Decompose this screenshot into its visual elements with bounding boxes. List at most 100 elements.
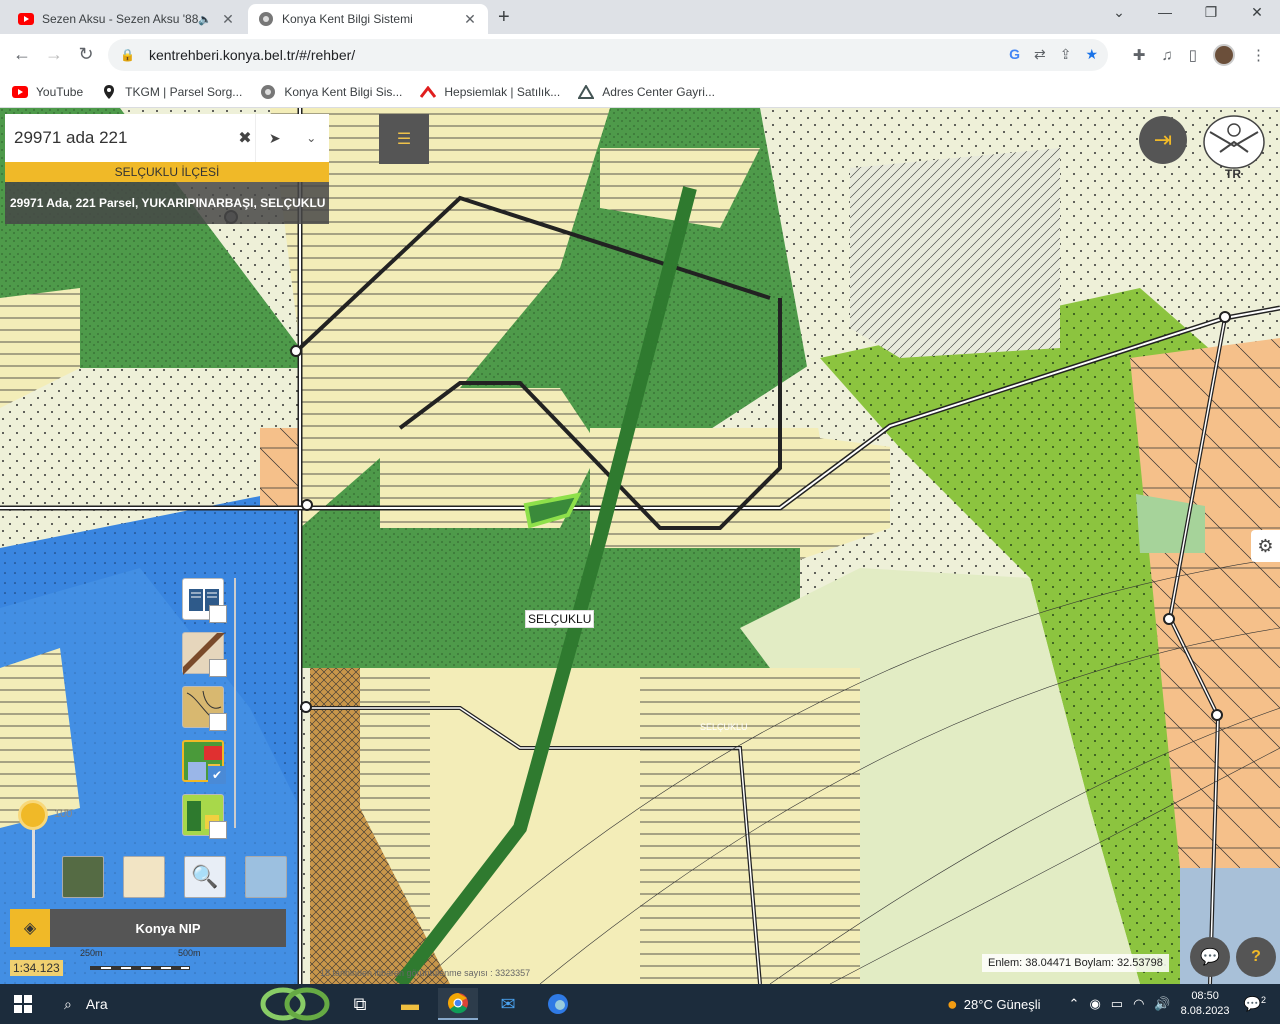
- layer-checkbox[interactable]: [209, 659, 227, 677]
- layer-checkbox[interactable]: [209, 821, 227, 839]
- scale-ratio: 1:34.123: [10, 960, 63, 976]
- bookmark-tkgm[interactable]: TKGM | Parsel Sorg...: [101, 84, 243, 99]
- emblem-logo: TR: [1196, 112, 1272, 184]
- taskbar: ⌕ Ara ⧉ ▬ ✉ ● 28°C Güneşli ⌃ ◉ ▭ ◠ 🔊 08:…: [0, 984, 1280, 1024]
- file-explorer-icon[interactable]: ▬: [390, 988, 430, 1020]
- bookmark-label: TKGM | Parsel Sorg...: [125, 84, 243, 99]
- translate-icon[interactable]: ⇄: [1034, 46, 1046, 63]
- system-tray: ● 28°C Güneşli ⌃ ◉ ▭ ◠ 🔊 08:50 8.08.2023…: [947, 984, 1280, 1024]
- tab-youtube[interactable]: Sezen Aksu - Sezen Aksu '88 🔈 ✕: [8, 4, 246, 34]
- bookmark-star-icon[interactable]: ★: [1085, 46, 1098, 63]
- bookmark-adres-center[interactable]: Adres Center Gayri...: [578, 84, 715, 99]
- avatar[interactable]: [1213, 44, 1235, 66]
- notifications-icon[interactable]: 💬2: [1244, 995, 1266, 1013]
- edge-icon[interactable]: [538, 988, 578, 1020]
- layer-checkbox[interactable]: [209, 605, 227, 623]
- menu-icon[interactable]: ⋮: [1251, 46, 1266, 64]
- layer-checkbox[interactable]: [209, 713, 227, 731]
- browser-toolbar: ← → ↻ 🔒 kentrehberi.konya.bel.tr/#/rehbe…: [0, 34, 1280, 76]
- zoning-layer-icon[interactable]: [182, 686, 227, 731]
- chrome-icon[interactable]: [438, 988, 478, 1020]
- bookmark-konya[interactable]: Konya Kent Bilgi Sis...: [260, 84, 403, 99]
- reload-button[interactable]: ↻: [74, 44, 98, 65]
- wifi-icon[interactable]: ◠: [1133, 996, 1144, 1012]
- list-icon[interactable]: ☰: [379, 114, 429, 164]
- green-layer-icon[interactable]: [182, 794, 227, 839]
- scalebar: 250m 500m: [80, 948, 201, 978]
- konya-icon: [258, 11, 274, 27]
- tab-konya[interactable]: Konya Kent Bilgi Sistemi ✕: [248, 4, 488, 34]
- bookmark-youtube[interactable]: YouTube: [12, 85, 83, 99]
- search-result[interactable]: 29971 Ada, 221 Parsel, YUKARIPINARBAŞI, …: [5, 182, 329, 224]
- widgets-icon[interactable]: [254, 987, 336, 1021]
- search-panel: ✖ ➤ ⌄ ☰ SELÇUKLU İLÇESİ 29971 Ada, 221 P…: [5, 114, 429, 224]
- gear-icon[interactable]: ⚙: [1251, 530, 1280, 562]
- forward-button[interactable]: →: [42, 44, 66, 65]
- bookmarks-bar: YouTube TKGM | Parsel Sorg... Konya Kent…: [0, 76, 1280, 108]
- magnifier-icon[interactable]: 🔍: [184, 856, 226, 898]
- share-icon[interactable]: ⇪: [1060, 46, 1072, 63]
- meet-icon[interactable]: ▭: [1111, 996, 1123, 1012]
- close-window-button[interactable]: ✕: [1234, 4, 1280, 21]
- bookmark-hepsiemlak[interactable]: Hepsiemlak | Satılık...: [420, 85, 560, 99]
- book-layer-icon[interactable]: [182, 578, 227, 623]
- konya-icon: [260, 84, 276, 99]
- layers-icon[interactable]: ◈: [10, 909, 50, 947]
- sidepanel-icon[interactable]: ▯: [1189, 46, 1197, 64]
- clock-time: 08:50: [1191, 990, 1219, 1002]
- back-button[interactable]: ←: [10, 44, 34, 65]
- youtube-icon: [18, 11, 34, 27]
- new-tab-button[interactable]: +: [498, 6, 510, 29]
- satellite-basemap[interactable]: [62, 856, 104, 898]
- login-icon[interactable]: ⇥: [1139, 116, 1187, 164]
- restore-button[interactable]: ❐: [1188, 4, 1234, 21]
- layer-panel-label: Konya NIP: [50, 909, 286, 947]
- address-bar[interactable]: 🔒 kentrehberi.konya.bel.tr/#/rehber/ G ⇄…: [108, 39, 1108, 71]
- close-tab-icon[interactable]: ✕: [462, 11, 478, 28]
- search-input[interactable]: [5, 114, 235, 162]
- chevron-up-icon[interactable]: ⌃: [1069, 996, 1080, 1012]
- mail-icon[interactable]: ✉: [488, 988, 528, 1020]
- opacity-value: 100: [54, 808, 73, 820]
- extensions-icon[interactable]: ✚: [1133, 46, 1146, 64]
- close-tab-icon[interactable]: ✕: [220, 11, 236, 28]
- record-icon[interactable]: ◉: [1089, 996, 1100, 1012]
- google-icon[interactable]: G: [1009, 46, 1020, 63]
- emblem-text: TR: [1225, 167, 1241, 181]
- chevron-down-icon[interactable]: ⌄: [1096, 4, 1142, 21]
- notification-count: 2: [1260, 995, 1266, 1006]
- media-icon[interactable]: ♫: [1161, 47, 1172, 64]
- tab-title: Sezen Aksu - Sezen Aksu '88: [42, 12, 199, 26]
- clear-icon[interactable]: ✖: [235, 114, 255, 162]
- heatmap-basemap[interactable]: [245, 856, 287, 898]
- weather-text[interactable]: 28°C Güneşli: [964, 997, 1041, 1012]
- district-label: SELÇUKLU İLÇESİ: [5, 162, 329, 182]
- plan-layer-icon[interactable]: ✔: [182, 740, 226, 784]
- lock-icon[interactable]: 🔒: [120, 48, 135, 62]
- clock-date: 8.08.2023: [1180, 1005, 1230, 1017]
- layer-panel-toggle[interactable]: ◈ Konya NIP: [10, 909, 286, 947]
- layer-checkbox[interactable]: ✔: [208, 766, 226, 784]
- map-canvas[interactable]: SELÇUKLU 18 tarihinden itibaren görüntül…: [0, 108, 1280, 984]
- zoning-map[interactable]: SELÇUKLU 18 tarihinden itibaren görüntül…: [0, 108, 1280, 984]
- volume-icon[interactable]: 🔊: [1154, 996, 1170, 1012]
- task-view-icon[interactable]: ⧉: [340, 988, 380, 1020]
- windows-start-icon[interactable]: [14, 995, 32, 1013]
- coordinates-readout: Enlem: 38.04471 Boylam: 32.53798: [982, 954, 1169, 972]
- location-arrow-icon[interactable]: ➤: [254, 114, 294, 162]
- taskbar-search[interactable]: ⌕ Ara: [48, 984, 258, 1024]
- weather-icon[interactable]: ●: [947, 994, 958, 1015]
- minimize-button[interactable]: —: [1142, 4, 1188, 20]
- chat-icon[interactable]: 💬: [1190, 937, 1230, 977]
- parcel-layer-icon[interactable]: [182, 632, 227, 677]
- street-basemap[interactable]: [123, 856, 165, 898]
- help-icon[interactable]: ?: [1236, 937, 1276, 977]
- speaker-icon[interactable]: 🔈: [198, 13, 212, 26]
- clock[interactable]: 08:50 8.08.2023: [1181, 989, 1230, 1019]
- hepsiemlak-icon: [420, 85, 437, 98]
- opacity-slider-knob[interactable]: [18, 800, 48, 830]
- chevron-down-icon[interactable]: ⌄: [293, 114, 329, 162]
- layer-scrollbar[interactable]: [234, 578, 236, 828]
- browser-chrome: Sezen Aksu - Sezen Aksu '88 🔈 ✕ Konya Ke…: [0, 0, 1280, 108]
- bookmark-label: Konya Kent Bilgi Sis...: [284, 84, 403, 99]
